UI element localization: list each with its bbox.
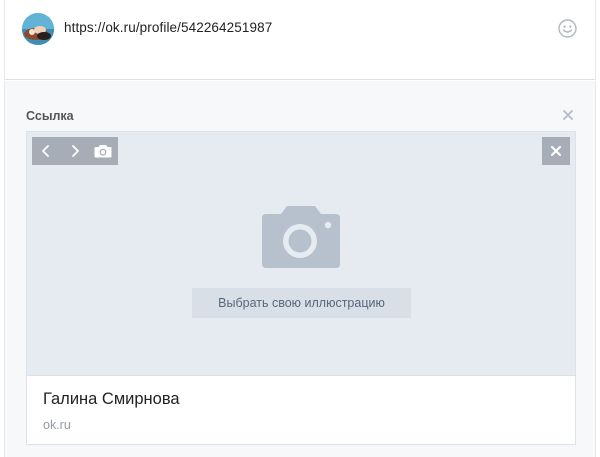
camera-icon: [260, 204, 342, 270]
link-cover: Выбрать свою иллюстрацию: [27, 132, 575, 376]
chevron-left-icon[interactable]: [32, 137, 61, 165]
link-title[interactable]: Галина Смирнова: [43, 390, 180, 409]
cover-close-button[interactable]: [542, 137, 570, 165]
post-composer: https://ok.ru/profile/542264251987: [4, 0, 596, 80]
choose-illustration-button[interactable]: Выбрать свою иллюстрацию: [192, 288, 411, 318]
user-avatar[interactable]: [22, 13, 54, 45]
cover-nav-group: [32, 137, 118, 165]
chevron-right-icon[interactable]: [61, 137, 90, 165]
attachment-title: Ссылка: [26, 109, 74, 123]
link-preview-card: Выбрать свою иллюстрацию Галина Смирнова…: [26, 131, 576, 445]
camera-icon[interactable]: [89, 137, 118, 165]
close-icon[interactable]: [561, 108, 575, 122]
close-icon: [551, 146, 561, 156]
link-attachment-panel: Ссылка Выбрать свою иллюстрацию Галина С…: [4, 81, 596, 457]
link-domain: ok.ru: [43, 418, 71, 432]
post-url-text[interactable]: https://ok.ru/profile/542264251987: [64, 20, 272, 35]
smile-icon[interactable]: [558, 19, 577, 38]
